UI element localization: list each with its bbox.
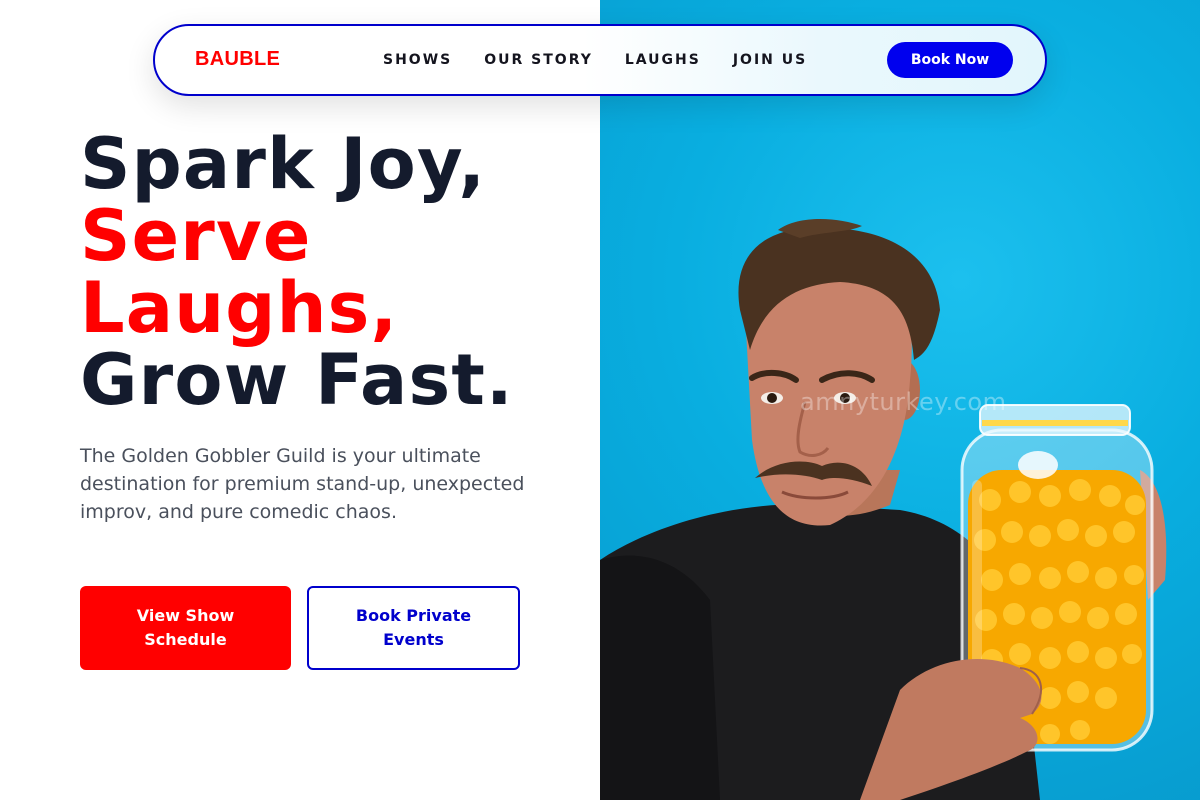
nav-link-laughs[interactable]: LAUGHS (625, 52, 701, 68)
view-show-schedule-button[interactable]: View Show Schedule (80, 586, 291, 670)
hero-description: The Golden Gobbler Guild is your ultimat… (80, 445, 525, 523)
book-now-button[interactable]: Book Now (887, 42, 1013, 78)
nav-link-join-us[interactable]: JOIN US (733, 52, 807, 68)
hero-image: amnyturkey.com (600, 0, 1200, 800)
brand-logo[interactable]: BAUBLE (195, 48, 280, 71)
landing-page: amnyturkey.com BAUBLE SHOWS OUR STORY LA… (0, 0, 1200, 800)
headline-line-3: Laughs, (80, 267, 399, 349)
nav-links: SHOWS OUR STORY LAUGHS JOIN US (383, 52, 839, 68)
nav-link-shows[interactable]: SHOWS (383, 52, 452, 68)
image-watermark: amnyturkey.com (800, 388, 1007, 416)
headline-line-2: Serve (80, 195, 312, 277)
headline-line-1: Spark Joy, (80, 123, 487, 205)
navbar: BAUBLE SHOWS OUR STORY LAUGHS JOIN US Bo… (153, 24, 1047, 96)
book-private-events-button[interactable]: Book Private Events (307, 586, 520, 670)
nav-link-our-story[interactable]: OUR STORY (484, 52, 593, 68)
headline-line-4: Grow Fast. (80, 339, 514, 421)
hero-headline: Spark Joy, Serve Laughs, Grow Fast. (80, 128, 514, 416)
